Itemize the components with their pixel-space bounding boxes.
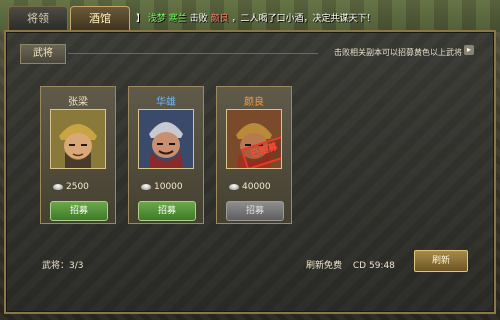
recruit-button[interactable]: 招募 — [138, 201, 196, 221]
ticker-verb: 击败 — [189, 14, 208, 24]
silver-icon — [141, 183, 151, 190]
general-card-1: 张梁 2500 招募 — [40, 86, 116, 224]
tavern-panel: 武将 击败相关副本可以招募黄色以上武将 ▸ 张梁 2500 招募 华雄 1000… — [4, 30, 496, 314]
general-name: 颜良 — [244, 97, 264, 108]
recruit-cost: 10000 — [141, 182, 183, 192]
ticker-suffix: ，二人喝了口小酒，决定共谋天下！ — [231, 14, 376, 24]
recruit-hint: 击败相关副本可以招募黄色以上武将 — [334, 48, 462, 57]
recruit-cost: 40000 — [229, 182, 271, 192]
general-portrait — [138, 109, 194, 169]
general-count: 武将：3/3 — [42, 261, 84, 271]
ticker-prefix: 】 — [136, 14, 146, 24]
header-divider — [68, 53, 318, 54]
section-label: 武将 — [20, 44, 66, 64]
recruit-button-disabled: 招募 — [226, 201, 284, 221]
silver-icon — [53, 183, 63, 190]
silver-icon — [229, 183, 239, 190]
cost-value: 2500 — [66, 182, 89, 192]
refresh-button[interactable]: 刷新 — [414, 250, 468, 272]
cost-value: 10000 — [154, 182, 183, 192]
refresh-info: 刷新免费 CD 59:48 — [306, 258, 395, 271]
refresh-free-label: 刷新免费 — [306, 261, 343, 271]
general-portrait: 已招募 — [226, 109, 282, 169]
tab-tavern[interactable]: 酒馆 — [70, 6, 130, 31]
cost-value: 40000 — [242, 182, 271, 192]
cooldown-timer: CD 59:48 — [352, 261, 395, 271]
recruit-button[interactable]: 招募 — [50, 201, 108, 221]
portrait-hua-xiong-icon — [139, 110, 193, 168]
general-card-3: 颜良 已招募 40000 招募 — [216, 86, 292, 224]
hint-arrow-icon[interactable]: ▸ — [464, 45, 474, 55]
ticker-target: 颜良 — [210, 14, 229, 24]
portrait-zhang-liang-icon — [51, 110, 105, 168]
game-screen: 】 浅梦 寒兰 击败 颜良 ，二人喝了口小酒，决定共谋天下！ 将领 酒馆 武将 … — [0, 0, 500, 320]
ticker-player-2: 寒兰 — [168, 14, 187, 24]
general-name: 张梁 — [68, 97, 88, 108]
recruit-cost: 2500 — [53, 182, 89, 192]
general-name: 华雄 — [156, 97, 176, 108]
panel-header: 武将 击败相关副本可以招募黄色以上武将 ▸ — [16, 44, 476, 64]
tab-generals[interactable]: 将领 — [8, 6, 68, 31]
general-portrait — [50, 109, 106, 169]
ticker-player-1: 浅梦 — [147, 14, 166, 24]
announcement-ticker: 】 浅梦 寒兰 击败 颜良 ，二人喝了口小酒，决定共谋天下！ — [136, 11, 375, 24]
general-card-2: 华雄 10000 招募 — [128, 86, 204, 224]
